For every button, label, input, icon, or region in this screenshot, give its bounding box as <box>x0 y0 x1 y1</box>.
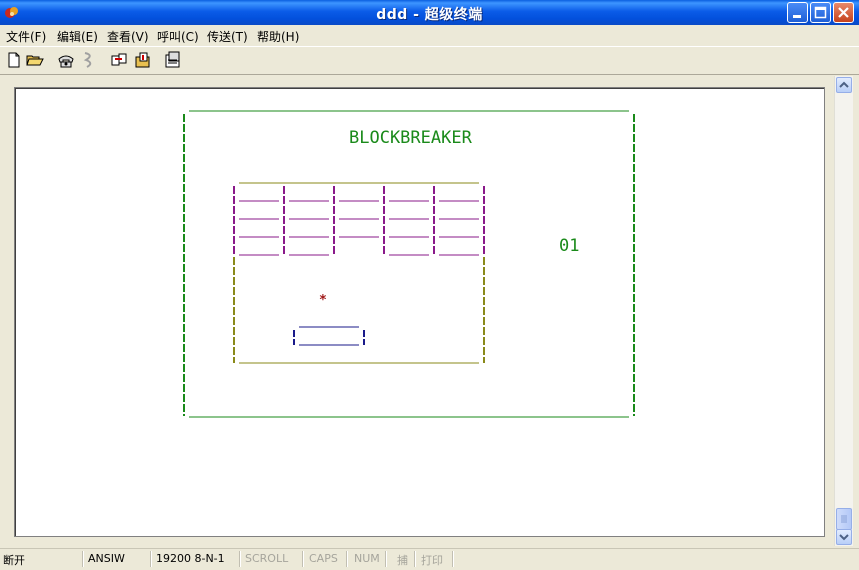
status-separator <box>385 551 387 567</box>
status-num: NUM <box>354 552 380 565</box>
scroll-down-button[interactable] <box>836 529 852 545</box>
window-title: ddd - 超级终端 <box>376 7 483 23</box>
status-separator <box>239 551 241 567</box>
receive-icon[interactable] <box>134 51 152 69</box>
status-emulation: ANSIW <box>88 552 125 565</box>
ball: * <box>319 293 327 308</box>
menu-help[interactable]: 帮助(H) <box>257 28 299 45</box>
score-display: 01 <box>559 236 580 256</box>
status-separator <box>414 551 416 567</box>
terminal-screen[interactable] <box>14 87 825 537</box>
maximize-icon <box>814 6 827 19</box>
status-print: 打印 <box>421 554 443 567</box>
properties-icon[interactable] <box>164 51 182 69</box>
menu-bar: 文件(F) 编辑(E) 查看(V) 呼叫(C) 传送(T) 帮助(H) <box>0 25 859 45</box>
grip-icon <box>841 515 847 523</box>
title-bar[interactable]: ddd - 超级终端 <box>0 0 859 25</box>
status-scroll: SCROLL <box>245 552 289 565</box>
status-bar: 断开 ANSIW 19200 8-N-1 SCROLL CAPS NUM 捕 打… <box>0 548 859 570</box>
toolbar <box>0 46 859 73</box>
status-caps: CAPS <box>309 552 338 565</box>
send-icon[interactable] <box>110 51 128 69</box>
status-separator <box>302 551 304 567</box>
vertical-scrollbar[interactable] <box>834 76 853 546</box>
scroll-up-button[interactable] <box>836 77 852 93</box>
game-title: BLOCKBREAKER <box>349 128 472 148</box>
menu-call[interactable]: 呼叫(C) <box>157 28 199 45</box>
menu-edit[interactable]: 编辑(E) <box>57 28 98 45</box>
status-capture: 捕 <box>397 554 408 567</box>
maximize-button[interactable] <box>810 2 831 23</box>
status-connection: 断开 <box>3 554 25 567</box>
disconnect-icon[interactable] <box>80 51 98 69</box>
scroll-thumb[interactable] <box>836 508 852 530</box>
status-separator <box>150 551 152 567</box>
dial-icon[interactable] <box>57 51 75 69</box>
close-button[interactable] <box>833 2 854 23</box>
menu-transfer[interactable]: 传送(T) <box>207 28 248 45</box>
menu-file[interactable]: 文件(F) <box>6 28 46 45</box>
menu-view[interactable]: 查看(V) <box>107 28 149 45</box>
minimize-icon <box>793 15 801 18</box>
arrow-down-icon <box>839 534 849 541</box>
status-separator <box>82 551 84 567</box>
status-separator <box>346 551 348 567</box>
close-icon <box>838 7 849 18</box>
status-separator <box>452 551 454 567</box>
arrow-up-icon <box>839 81 849 88</box>
minimize-button[interactable] <box>787 2 808 23</box>
status-settings: 19200 8-N-1 <box>156 552 225 565</box>
new-icon[interactable] <box>5 51 23 69</box>
open-icon[interactable] <box>26 51 44 69</box>
